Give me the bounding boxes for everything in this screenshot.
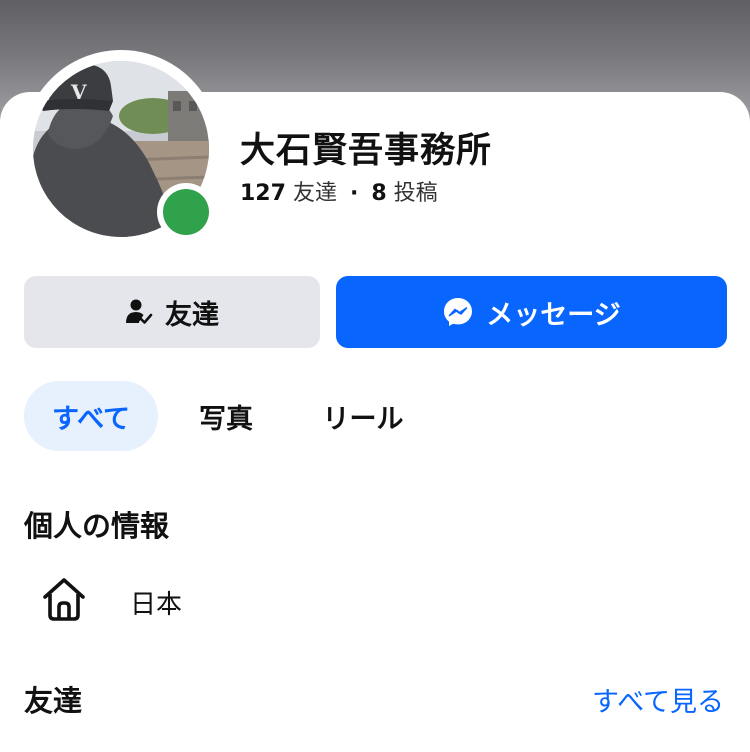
svg-text:V: V — [70, 80, 87, 104]
location-text: 日本 — [130, 590, 183, 620]
tab-reels[interactable]: リール — [304, 381, 422, 451]
profile-name: 大石賢吾事務所 — [240, 131, 493, 171]
online-status-dot — [163, 189, 209, 235]
friends-label[interactable]: 友達 — [293, 181, 337, 206]
friend-count[interactable]: 127 — [240, 181, 286, 206]
friends-section-title: 友達 — [24, 684, 83, 718]
tab-photos-label: 写真 — [199, 403, 253, 435]
tab-photos[interactable]: 写真 — [178, 381, 274, 451]
friends-button-label: 友達 — [165, 299, 219, 331]
friend-check-icon — [125, 298, 153, 326]
tab-all[interactable]: すべて — [24, 381, 158, 451]
profile-stats: 127 友達 · 8 投稿 — [240, 175, 438, 207]
message-button-label: メッセージ — [486, 299, 621, 331]
tab-all-label: すべて — [51, 403, 131, 435]
message-button[interactable]: メッセージ — [336, 276, 727, 348]
posts-label: 投稿 — [393, 181, 438, 206]
personal-info-title: 個人の情報 — [24, 509, 170, 543]
messenger-icon — [442, 296, 474, 328]
tab-reels-label: リール — [322, 403, 404, 435]
post-count: 8 — [371, 181, 387, 206]
home-icon — [40, 575, 88, 627]
see-all-friends-link[interactable]: すべて見る — [592, 680, 724, 719]
friends-button[interactable]: 友達 — [24, 276, 320, 348]
stats-separator: · — [349, 181, 359, 206]
